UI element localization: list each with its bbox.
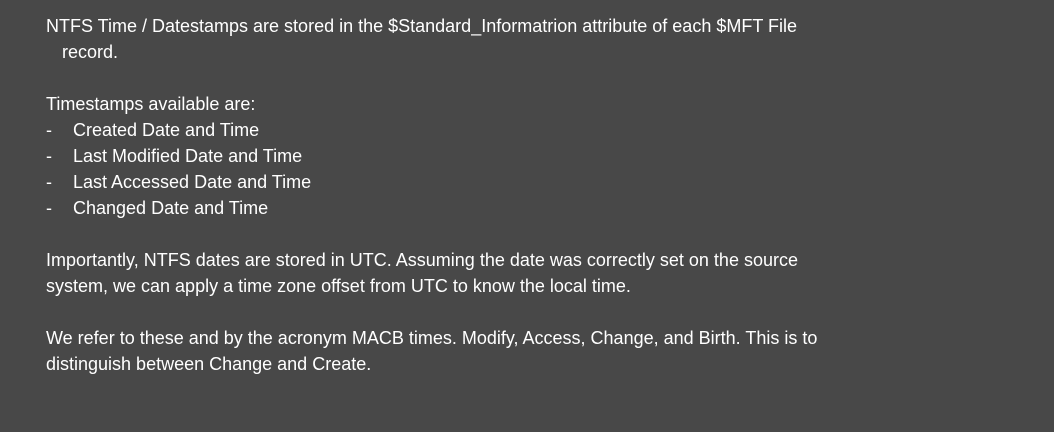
list-item: - Created Date and Time	[46, 117, 1034, 143]
intro-line-2: record.	[62, 42, 119, 62]
slide-text-panel: NTFS Time / Datestamps are stored in the…	[0, 0, 1054, 432]
list-item: - Changed Date and Time	[46, 195, 1034, 221]
utc-note-line-1: Importantly, NTFS dates are stored in UT…	[46, 250, 798, 270]
timestamps-list: - Created Date and Time - Last Modified …	[46, 117, 1034, 221]
dash-bullet: -	[46, 198, 52, 218]
list-item-text: Last Accessed Date and Time	[73, 172, 312, 192]
utc-note-line-2: system, we can apply a time zone offset …	[46, 276, 631, 296]
dash-bullet: -	[46, 120, 52, 140]
list-item: - Last Accessed Date and Time	[46, 169, 1034, 195]
dash-bullet: -	[46, 146, 52, 166]
macb-note-line-1: We refer to these and by the acronym MAC…	[46, 328, 818, 348]
list-item-text: Created Date and Time	[73, 120, 260, 140]
list-item-text: Changed Date and Time	[73, 198, 269, 218]
list-item-text: Last Modified Date and Time	[73, 146, 303, 166]
timestamps-heading: Timestamps available are:	[46, 94, 256, 114]
list-item: - Last Modified Date and Time	[46, 143, 1034, 169]
macb-note-line-2: distinguish between Change and Create.	[46, 354, 372, 374]
dash-bullet: -	[46, 172, 52, 192]
intro-line-1: NTFS Time / Datestamps are stored in the…	[46, 16, 797, 36]
